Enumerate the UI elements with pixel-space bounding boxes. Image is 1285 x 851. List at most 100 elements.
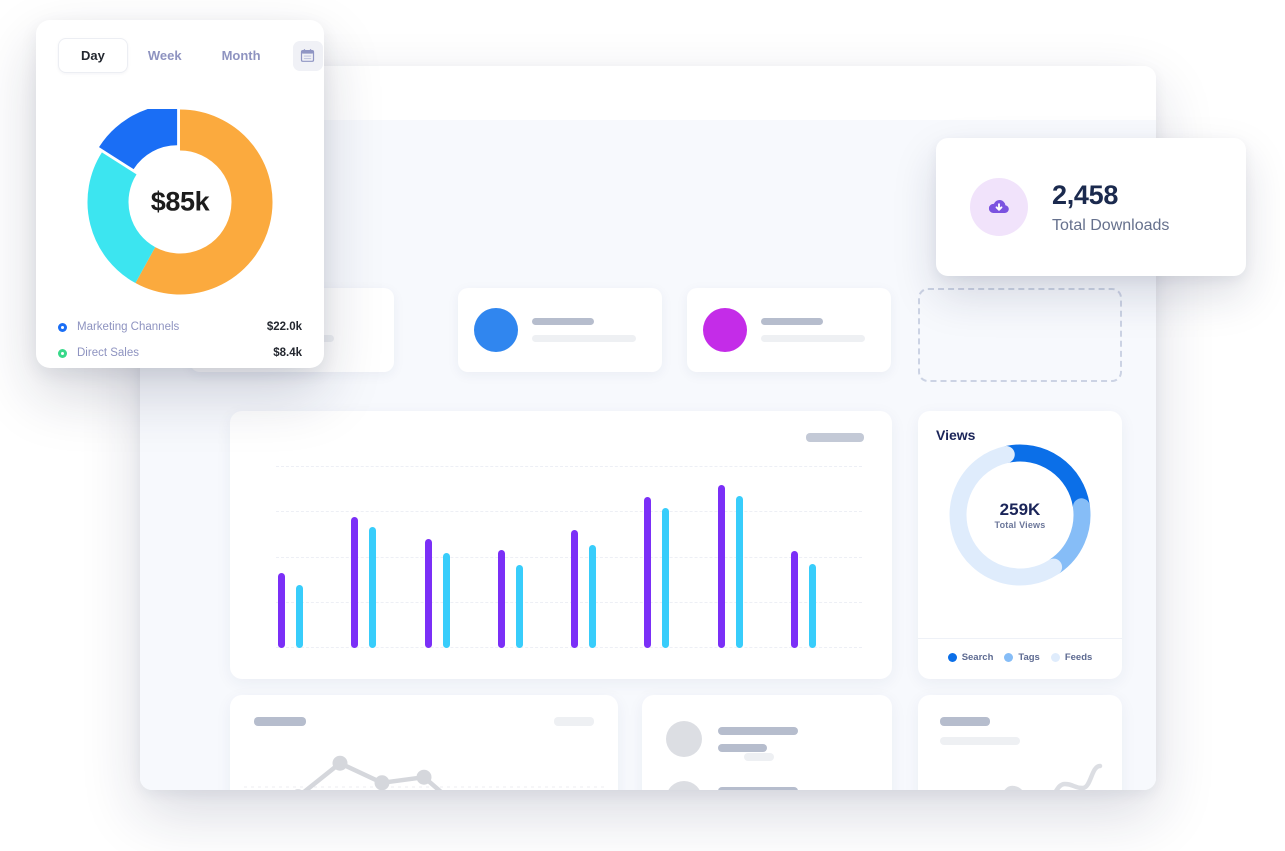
revenue-breakdown-card: Day Week Month $85k 16% Marketing Channe… — [36, 20, 324, 368]
views-legend-item[interactable]: Feeds — [1050, 652, 1093, 663]
bar-series-a[interactable] — [571, 530, 578, 648]
line-chart-skeleton-svg — [244, 755, 604, 790]
bar-group[interactable] — [351, 467, 377, 648]
legend-label: Feeds — [1064, 652, 1093, 663]
bar-series-a[interactable] — [497, 549, 505, 648]
bar-series-b[interactable] — [735, 495, 743, 648]
bar-series-b[interactable] — [442, 552, 450, 648]
bar-series-b[interactable] — [662, 507, 670, 648]
legend-dot — [1004, 653, 1014, 662]
skeleton-line-secondary — [761, 335, 865, 342]
skeleton-line-secondary — [718, 743, 767, 752]
line-marker[interactable] — [332, 755, 348, 771]
wave-chart-skeleton-card — [918, 695, 1122, 790]
calendar-icon[interactable] — [292, 40, 323, 71]
views-arc-feeds[interactable] — [949, 446, 1063, 586]
legend-dot — [58, 322, 67, 332]
bar-series-b[interactable] — [808, 563, 816, 648]
revenue-legend-item[interactable]: Direct Sales $8.4k — [58, 340, 302, 366]
total-downloads-card: 2,458 Total Downloads — [936, 138, 1246, 276]
bar-group[interactable] — [571, 467, 596, 648]
bar-series-a[interactable] — [644, 497, 652, 648]
list-item-text — [718, 786, 798, 790]
bar-group[interactable] — [717, 467, 743, 648]
bar-series-b[interactable] — [589, 545, 596, 648]
revenue-arc-2[interactable] — [99, 104, 178, 170]
revenue-donut-chart: $85k — [87, 104, 273, 295]
skeleton-line-primary — [718, 786, 798, 790]
cloud-download-icon — [970, 178, 1028, 236]
bar-series-b[interactable] — [296, 584, 303, 648]
stat-card-2[interactable] — [458, 288, 662, 372]
legend-dot — [58, 348, 67, 358]
skeleton-action-chip — [554, 717, 594, 726]
dashed-placeholder-card[interactable] — [918, 288, 1122, 382]
total-downloads-text: 2,458 Total Downloads — [1052, 179, 1169, 235]
skeleton-line-primary — [761, 318, 823, 325]
legend-value: $22.0k — [266, 321, 302, 333]
bar-series-a[interactable] — [278, 572, 285, 648]
wave-chart-skeleton-svg — [1004, 763, 1103, 790]
total-downloads-value: 2,458 — [1052, 180, 1119, 211]
bar-series-a[interactable] — [351, 516, 359, 648]
revenue-legend: Marketing Channels $22.0k Direct Sales $8.4… — [58, 314, 302, 366]
bar-chart-plot-area — [276, 466, 862, 648]
skeleton-subtitle-chip — [940, 737, 1020, 745]
bar-series-b[interactable] — [369, 527, 377, 648]
bar-group[interactable] — [278, 467, 303, 648]
bar-series-a[interactable] — [717, 485, 725, 648]
revenue-legend-item[interactable]: Marketing Channels $22.0k — [58, 314, 302, 340]
avatar — [666, 721, 702, 757]
list-item[interactable] — [666, 721, 798, 761]
legend-label: Direct Sales — [77, 347, 139, 359]
bar-series-b[interactable] — [515, 565, 523, 648]
line-chart-skeleton-card — [230, 695, 618, 790]
list-item-text — [718, 726, 798, 752]
legend-label: Tags — [1018, 652, 1040, 663]
list-item[interactable] — [666, 781, 798, 790]
stat-card-placeholder-lines — [761, 318, 875, 342]
bar-chart-card — [230, 411, 892, 679]
stat-dot-magenta — [703, 308, 747, 352]
bar-group[interactable] — [790, 467, 816, 648]
bar-group[interactable] — [424, 467, 450, 648]
stat-card-placeholder-lines — [532, 318, 646, 342]
skeleton-line-secondary — [532, 335, 636, 342]
views-donut-svg — [949, 444, 1091, 586]
list-skeleton-card — [642, 695, 892, 790]
avatar — [666, 781, 702, 790]
legend-label: Marketing Channels — [77, 321, 180, 333]
bar-chart-header-placeholder — [806, 433, 864, 442]
dashboard-illustration: Overview — [0, 0, 1285, 851]
bar-group[interactable] — [644, 467, 670, 648]
period-segmented-control: Day Week Month — [58, 38, 323, 73]
legend-dot — [1050, 653, 1060, 662]
views-donut-chart: 259K Total Views — [945, 440, 1095, 590]
stat-dot-blue — [474, 308, 518, 352]
cloud-download-glyph — [988, 200, 1009, 213]
bar-group[interactable] — [497, 467, 523, 648]
views-arc-search[interactable] — [999, 444, 1090, 514]
revenue-total-value: $85k — [150, 186, 210, 217]
views-legend-item[interactable]: Search — [947, 652, 994, 663]
skeleton-title-chip — [254, 717, 306, 726]
revenue-slice-percent-label: 16% — [135, 216, 158, 228]
stat-card-3[interactable] — [687, 288, 891, 372]
wave-path — [1004, 763, 1103, 790]
skeleton-line-primary — [532, 318, 594, 325]
legend-dot — [947, 653, 957, 662]
line-marker[interactable] — [416, 769, 432, 785]
views-legend-item[interactable]: Tags — [1004, 652, 1040, 663]
bar-series-a[interactable] — [790, 551, 798, 648]
total-downloads-label: Total Downloads — [1052, 216, 1170, 234]
legend-label: Search — [961, 652, 994, 663]
line-marker[interactable] — [374, 775, 390, 790]
bar-series-a[interactable] — [424, 539, 432, 648]
views-card: Views 259K Total Views Search Tags Feeds — [918, 411, 1122, 679]
list-item-meta-chip — [744, 753, 774, 761]
tab-month[interactable]: Month — [202, 39, 281, 72]
tab-day[interactable]: Day — [58, 38, 128, 73]
skeleton-line-primary — [718, 726, 798, 735]
views-arc-tags[interactable] — [1046, 498, 1091, 575]
tab-week[interactable]: Week — [128, 39, 202, 72]
